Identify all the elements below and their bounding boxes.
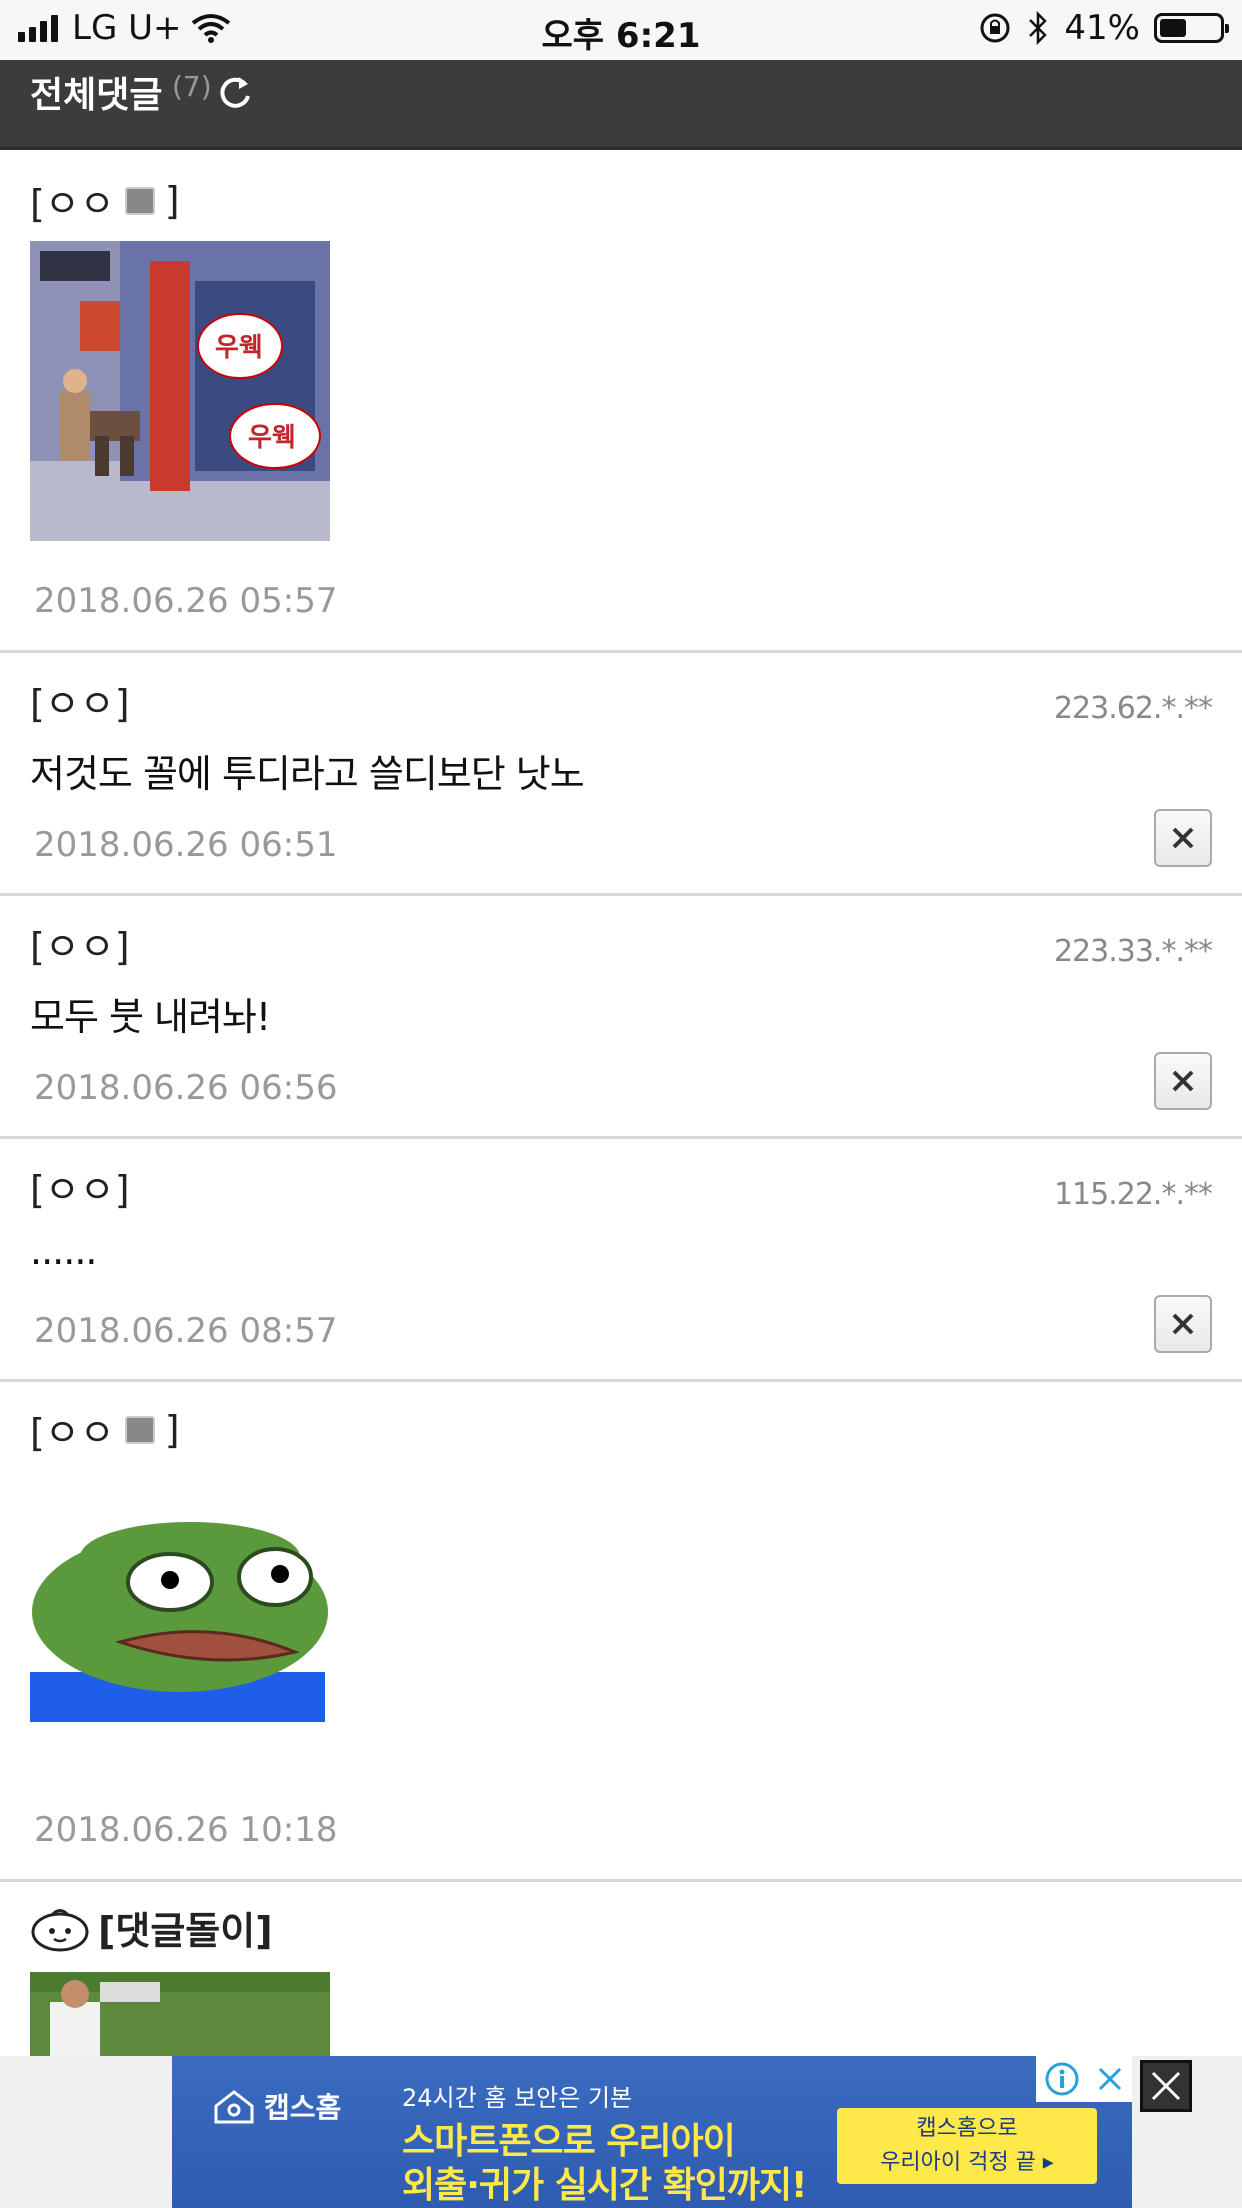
comment-item: [ㅇㅇ] 223.33.*.** 모두 붓 내려놔! 2018.06.26 06… bbox=[0, 896, 1242, 1139]
close-icon bbox=[1172, 1070, 1194, 1092]
comment-author: [ㅇㅇ ] bbox=[30, 1402, 180, 1457]
comment-author: [ㅇㅇ] bbox=[30, 1168, 130, 1212]
comment-author: [ㅇㅇ ] bbox=[30, 173, 180, 228]
house-icon bbox=[214, 2090, 254, 2124]
author-name: [ㅇㅇ bbox=[30, 1411, 115, 1455]
author-name: [ㅇㅇ bbox=[30, 182, 115, 226]
comment-ip: 115.22.*.** bbox=[1053, 1177, 1213, 1212]
comment-date: 2018.06.26 06:51 bbox=[34, 825, 338, 865]
comment-author: [ㅇㅇ] bbox=[30, 925, 130, 969]
ad-cta-line1: 캡스홈으로 bbox=[916, 2116, 1018, 2141]
comment-date: 2018.06.26 05:57 bbox=[34, 581, 338, 621]
ad-dismiss-icon[interactable] bbox=[1095, 2064, 1125, 2094]
battery-icon bbox=[1154, 13, 1229, 43]
comment-count: (7) bbox=[172, 70, 212, 103]
comment-ip: 223.62.*.** bbox=[1053, 691, 1213, 726]
comment-item: [ㅇㅇ] 115.22.*.** ...... 2018.06.26 08:57 bbox=[0, 1139, 1242, 1382]
svg-text:우웩: 우웩 bbox=[248, 423, 296, 453]
author-bracket: ] bbox=[164, 178, 180, 223]
svg-text:우웩: 우웩 bbox=[215, 333, 263, 363]
comment-text: 모두 붓 내려놔! bbox=[30, 995, 271, 1039]
close-icon bbox=[1172, 1313, 1194, 1335]
ad-brand-label: 캡스홈 bbox=[264, 2091, 342, 2124]
comment-text: ...... bbox=[30, 1229, 97, 1273]
ad-container: 캡스홈 24시간 홈 보안은 기본 스마트폰으로 우리아이 외출·귀가 실시간 … bbox=[0, 2056, 1242, 2208]
delete-button[interactable] bbox=[1154, 809, 1212, 867]
ad-line1: 24시간 홈 보안은 기본 bbox=[402, 2084, 633, 2112]
comment-item: [ㅇㅇ ] 우웩 우웩 2018.06.26 05:57 bbox=[0, 153, 1242, 653]
status-right: 41% bbox=[978, 8, 1229, 48]
comment-date: 2018.06.26 08:57 bbox=[34, 1311, 338, 1351]
ad-brand: 캡스홈 bbox=[212, 2086, 341, 2126]
frog-image[interactable] bbox=[30, 1502, 330, 1722]
comment-date: 2018.06.26 06:56 bbox=[34, 1068, 338, 1108]
soccer-image[interactable] bbox=[30, 1972, 330, 2058]
comment-author: [댓글돌이] bbox=[30, 1900, 273, 1955]
ad-close-button[interactable] bbox=[1140, 2060, 1192, 2112]
member-badge-icon bbox=[124, 186, 155, 215]
author-name: [댓글돌이] bbox=[98, 1909, 273, 1953]
rotation-lock-icon bbox=[980, 13, 1010, 43]
ad-info-box bbox=[1036, 2056, 1132, 2102]
comic-image[interactable]: 우웩 우웩 bbox=[30, 241, 330, 541]
close-icon bbox=[1151, 2071, 1181, 2101]
author-bracket: ] bbox=[164, 1407, 180, 1452]
status-bar: LG U+ 오후 6:21 41% bbox=[0, 0, 1242, 60]
delete-button[interactable] bbox=[1154, 1295, 1212, 1353]
ad-cta-line2: 우리아이 걱정 끝 ▸ bbox=[880, 2150, 1054, 2175]
comment-text: 저것도 꼴에 투디라고 쓸디보단 낫노 bbox=[30, 752, 585, 796]
close-icon bbox=[1172, 827, 1194, 849]
comment-author: [ㅇㅇ] bbox=[30, 682, 130, 726]
header-title: 전체댓글 bbox=[30, 75, 163, 116]
bluetooth-icon bbox=[1029, 11, 1048, 45]
bot-avatar-icon bbox=[31, 1908, 89, 1951]
ad-cta-button[interactable]: 캡스홈으로 우리아이 걱정 끝 ▸ bbox=[837, 2108, 1097, 2184]
member-badge-icon bbox=[124, 1415, 155, 1444]
refresh-icon[interactable] bbox=[215, 72, 255, 112]
comment-item: [ㅇㅇ] 223.62.*.** 저것도 꼴에 투디라고 쓸디보단 낫노 201… bbox=[0, 653, 1242, 896]
ad-banner[interactable]: 캡스홈 24시간 홈 보안은 기본 스마트폰으로 우리아이 외출·귀가 실시간 … bbox=[172, 2056, 1132, 2208]
comments-header: 전체댓글 (7) bbox=[0, 60, 1242, 150]
comment-ip: 223.33.*.** bbox=[1053, 934, 1213, 969]
comment-item: [ㅇㅇ ] 2018.06.26 10:18 bbox=[0, 1382, 1242, 1882]
info-icon[interactable] bbox=[1044, 2061, 1080, 2097]
delete-button[interactable] bbox=[1154, 1052, 1212, 1110]
comment-date: 2018.06.26 10:18 bbox=[34, 1810, 338, 1850]
battery-percent: 41% bbox=[1064, 8, 1140, 48]
ad-line3: 외출·귀가 실시간 확인까지! bbox=[402, 2165, 807, 2206]
